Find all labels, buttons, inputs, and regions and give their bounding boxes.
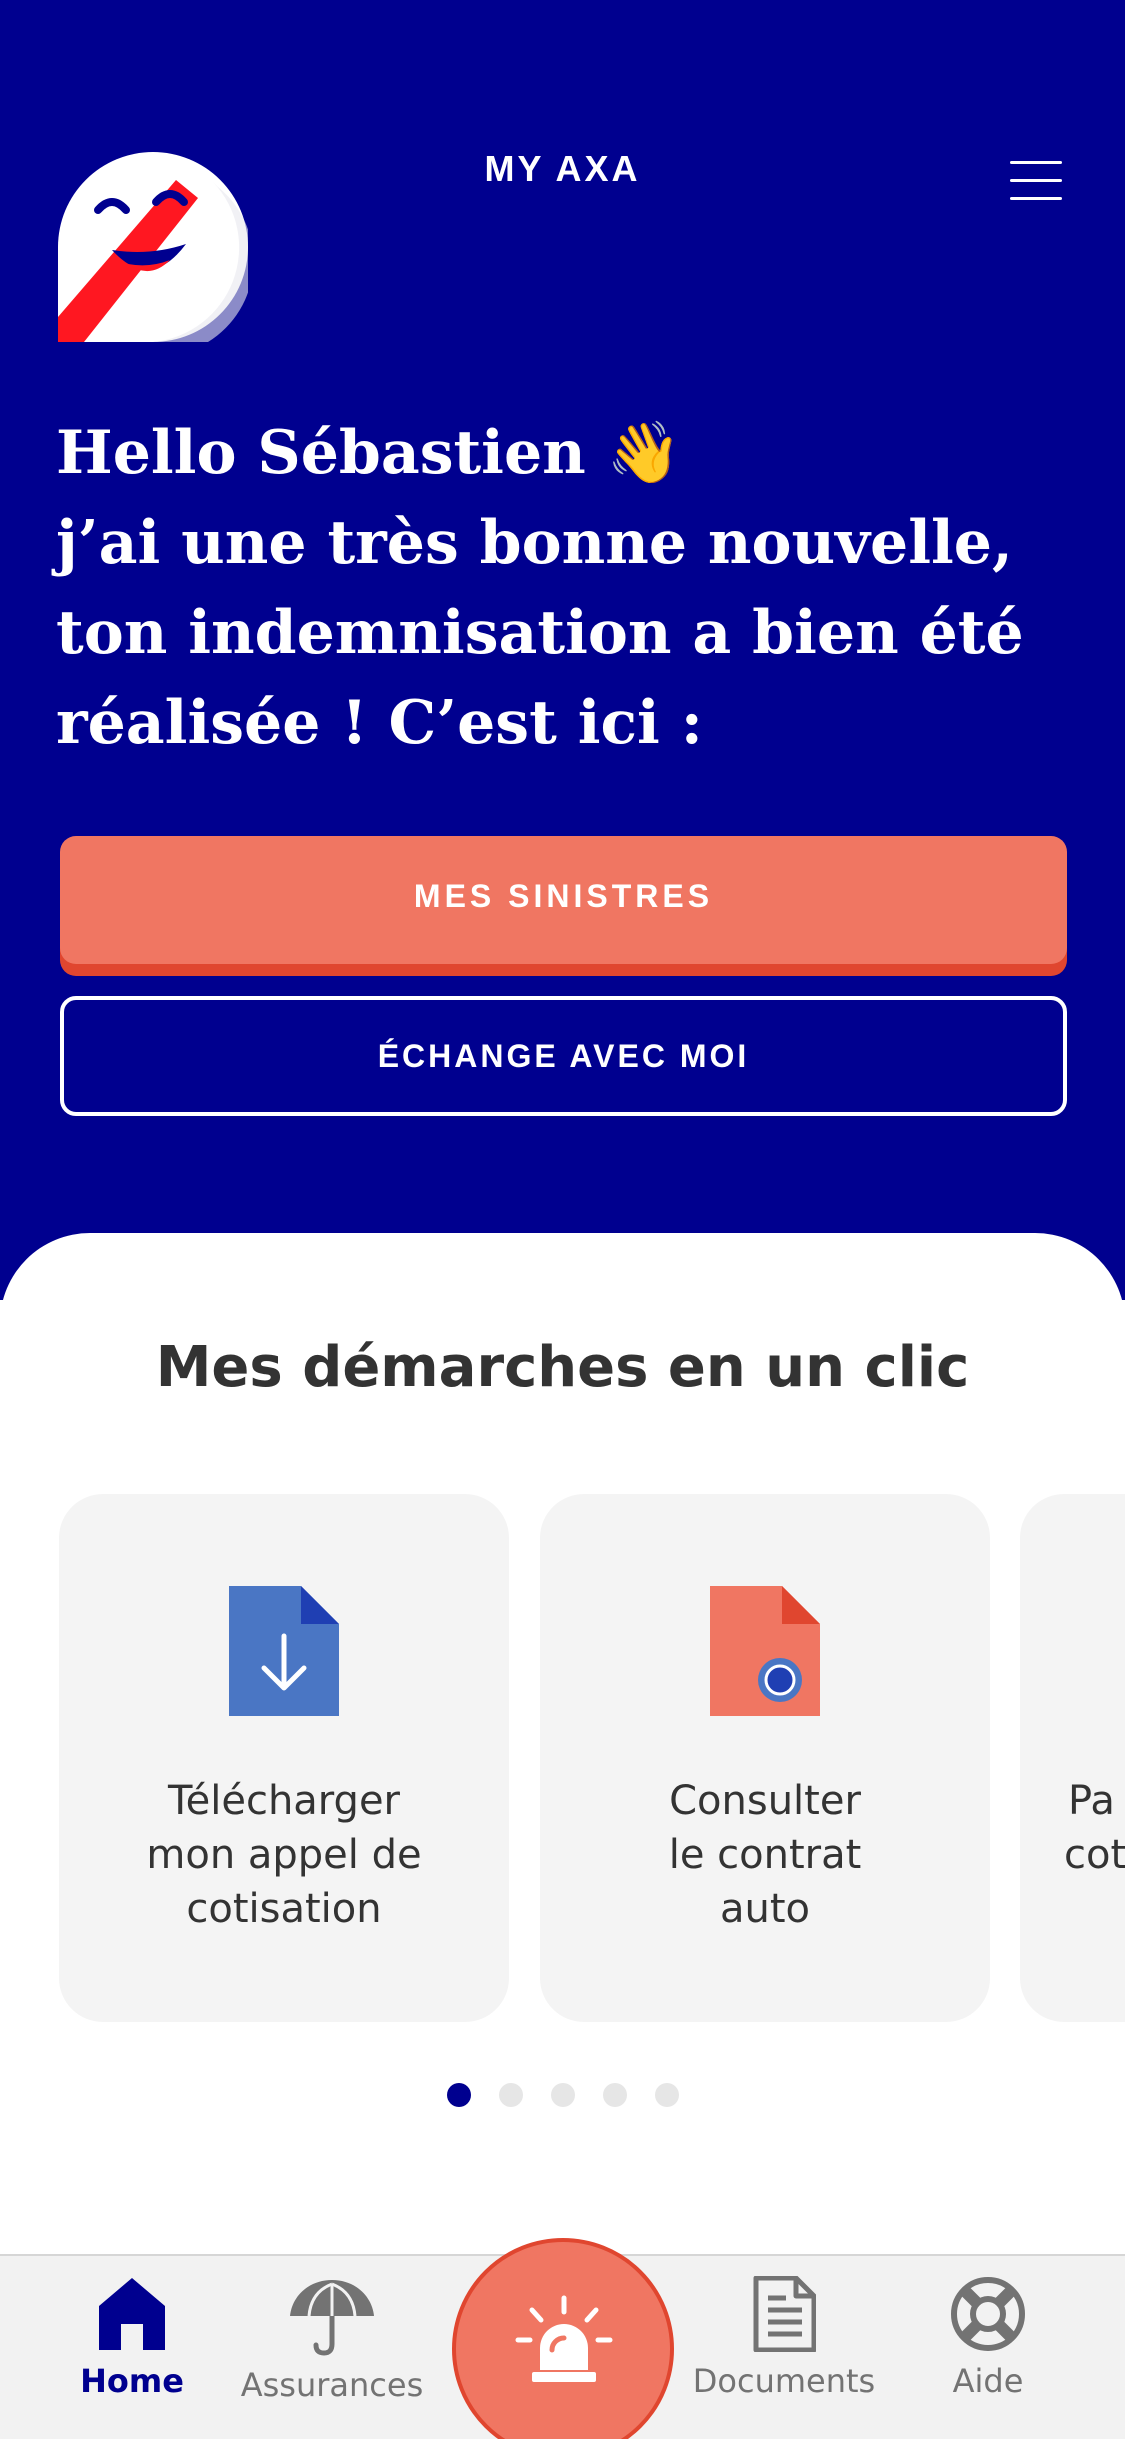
greeting-line: réalisée ! C’est ici : bbox=[56, 688, 703, 758]
tab-documents[interactable]: Documents bbox=[684, 2276, 884, 2426]
card-label-line: Télécharger bbox=[167, 1778, 400, 1824]
pagination-dot[interactable] bbox=[654, 2083, 679, 2107]
pagination-dot[interactable] bbox=[602, 2083, 627, 2107]
greeting-line: j’ai une très bonne nouvelle, bbox=[56, 508, 1013, 578]
tab-label: Home bbox=[80, 2362, 184, 2400]
card-label-line: auto bbox=[719, 1886, 811, 1932]
card-label-line: cotisation bbox=[186, 1886, 382, 1932]
echange-avec-moi-button[interactable]: ÉCHANGE AVEC MOI bbox=[60, 996, 1067, 1116]
tab-home[interactable]: Home bbox=[32, 2276, 232, 2426]
download-cotisation-card[interactable]: Télécharger mon appel de cotisation bbox=[59, 1494, 509, 2022]
card-label: Consulter le contrat auto bbox=[540, 1774, 990, 1936]
card-label-line: Pa bbox=[1068, 1778, 1115, 1824]
card-label-line: cot bbox=[1064, 1832, 1125, 1878]
mes-sinistres-button[interactable]: MES SINISTRES bbox=[60, 836, 1067, 964]
app-title: MY AXA bbox=[484, 148, 641, 189]
emergency-siren-icon bbox=[515, 2295, 613, 2382]
card-label-line: mon appel de bbox=[146, 1832, 422, 1878]
pagination-dot[interactable] bbox=[498, 2083, 523, 2107]
tab-label: Assurances bbox=[240, 2366, 424, 2404]
greeting-line: Hello Sébastien 👋 bbox=[56, 418, 682, 488]
hamburger-menu-icon[interactable] bbox=[1010, 157, 1066, 201]
greeting-line: ton indemnisation a bien été bbox=[56, 598, 1024, 668]
tab-assurances[interactable]: Assurances bbox=[232, 2276, 432, 2426]
card-label-line: Consulter bbox=[669, 1778, 861, 1824]
section-title: Mes démarches en un clic bbox=[155, 1335, 970, 1400]
contract-document-icon bbox=[710, 1586, 820, 1716]
partial-card[interactable] bbox=[1020, 1494, 1125, 2022]
pagination-dot[interactable] bbox=[550, 2083, 575, 2107]
carousel-pagination bbox=[0, 2083, 1125, 2107]
umbrella-icon bbox=[290, 2280, 374, 2356]
tab-aide[interactable]: Aide bbox=[888, 2276, 1088, 2426]
tab-label: Documents bbox=[692, 2362, 876, 2400]
download-document-icon bbox=[229, 1586, 339, 1716]
lifebuoy-icon bbox=[951, 2277, 1025, 2351]
tab-label: Aide bbox=[952, 2362, 1024, 2400]
card-label-line: le contrat bbox=[668, 1832, 862, 1878]
home-icon bbox=[99, 2278, 165, 2350]
pagination-dot-active[interactable] bbox=[446, 2083, 471, 2107]
partial-card-label: Pa cot bbox=[1064, 1774, 1125, 1882]
consult-contract-card[interactable]: Consulter le contrat auto bbox=[540, 1494, 990, 2022]
greeting-message: Hello Sébastien 👋 j’ai une très bonne no… bbox=[56, 408, 1076, 768]
card-label: Télécharger mon appel de cotisation bbox=[59, 1774, 509, 1936]
document-icon bbox=[753, 2276, 816, 2352]
